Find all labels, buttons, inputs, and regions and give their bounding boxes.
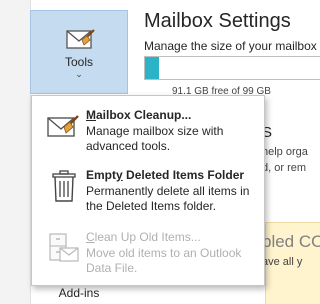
ribbon-left-strip bbox=[0, 0, 31, 304]
menu-item-clean-up-old-items: Clean Up Old Items... Move old items to … bbox=[32, 228, 264, 284]
menu-item-title: Empty Deleted Items Folder bbox=[86, 168, 245, 182]
addins-button-label[interactable]: Add-ins bbox=[30, 286, 128, 300]
menu-item-description: Manage mailbox size with advanced tools. bbox=[86, 124, 224, 153]
archive-cabinet-icon bbox=[49, 233, 79, 262]
menu-item-description: Move old items to an Outlook Data File. bbox=[86, 246, 242, 275]
background-banner-heading: bled CO bbox=[262, 232, 320, 251]
tools-envelope-icon bbox=[66, 29, 95, 49]
page-title: Mailbox Settings bbox=[144, 10, 291, 32]
trash-can-icon bbox=[52, 170, 76, 202]
background-text-line: d, or rem bbox=[262, 162, 307, 174]
menu-item-description: Permanently delete all items in the Dele… bbox=[86, 184, 250, 213]
menu-item-mailbox-cleanup[interactable]: Mailbox Cleanup... Manage mailbox size w… bbox=[32, 106, 264, 162]
page-subtitle: Manage the size of your mailbox bbox=[144, 39, 317, 53]
mailbox-quota-fill bbox=[145, 57, 159, 79]
tools-dropdown-menu: Mailbox Cleanup... Manage mailbox size w… bbox=[31, 95, 265, 286]
tools-dropdown-button[interactable]: Tools ⌄ bbox=[30, 10, 128, 94]
tools-label: Tools bbox=[64, 55, 93, 69]
menu-item-empty-deleted[interactable]: Empty Deleted Items Folder Permanently d… bbox=[32, 166, 264, 222]
mailbox-cleanup-icon bbox=[47, 115, 79, 137]
background-text-line: help orga bbox=[262, 146, 308, 158]
chevron-down-icon: ⌄ bbox=[75, 69, 83, 79]
background-banner-text: ave all y bbox=[262, 256, 303, 268]
menu-item-title: Clean Up Old Items... bbox=[86, 230, 201, 244]
menu-item-title: Mailbox Cleanup... bbox=[86, 108, 192, 122]
mailbox-quota-bar bbox=[144, 56, 320, 80]
